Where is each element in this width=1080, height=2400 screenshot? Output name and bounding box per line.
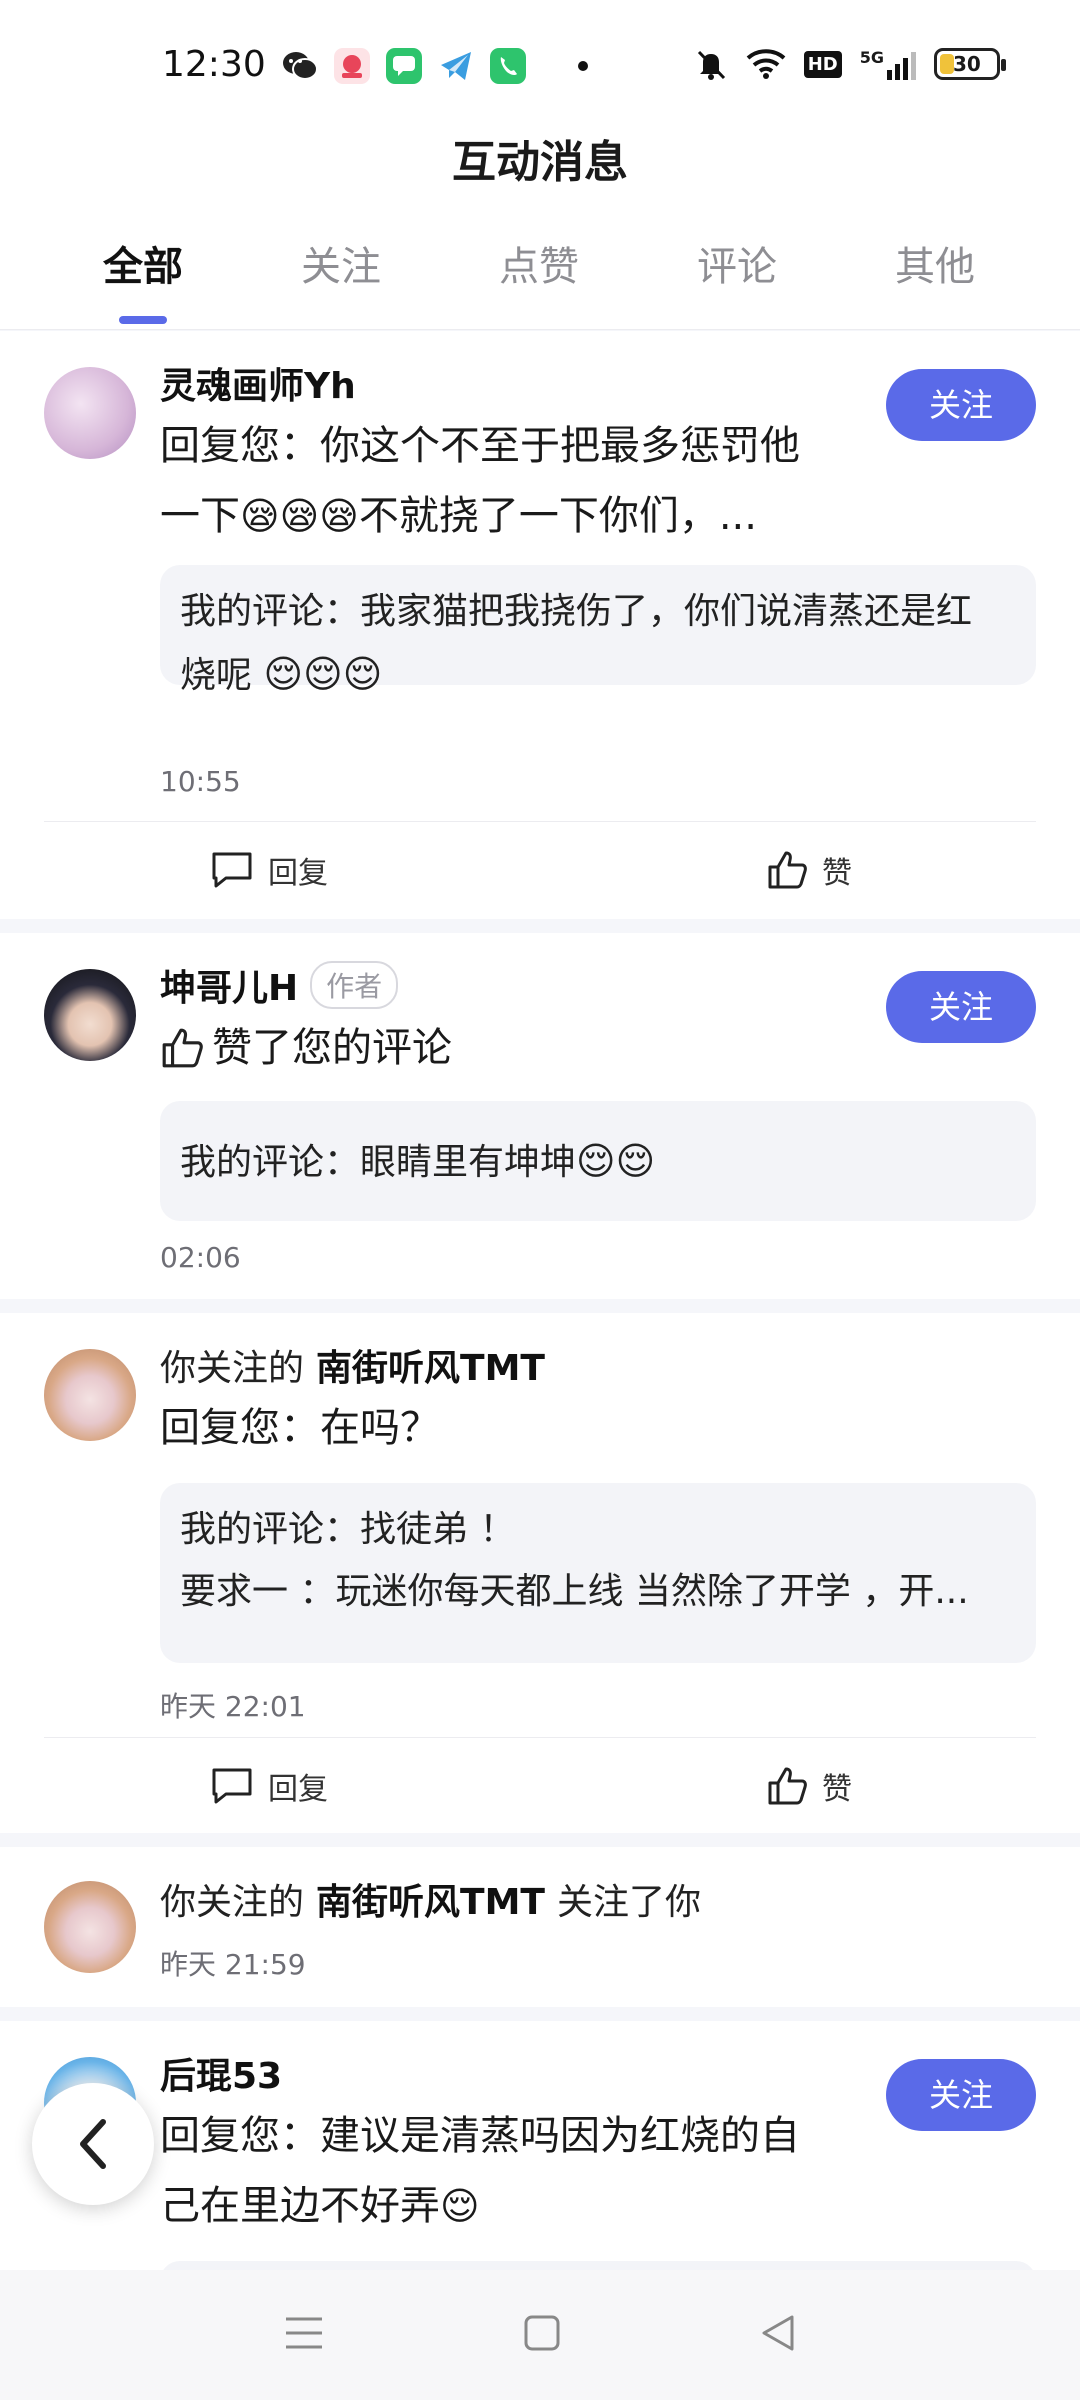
sender-row: 你关注的 南街听风TMT [160,1339,545,1391]
back-button[interactable] [32,2083,154,2205]
more-notifications-dot [578,61,588,71]
tab-following[interactable]: 关注 [242,222,440,330]
reply-button[interactable]: 回复 [210,1764,328,1808]
phone-app-icon [490,48,526,84]
sender-row: 后琨53 [160,2047,282,2099]
page-title: 互动消息 [452,137,628,188]
comment-icon [212,1768,252,1804]
message-text: 回复您：你这个不至于把最多惩罚他 一下😪😪😪不就挠了一下你们，... [160,423,800,539]
tab-other[interactable]: 其他 [836,222,1034,330]
battery-icon: 30 [934,48,1006,80]
sender-row: 你关注的 南街听风TMT 关注了你 [160,1873,701,1925]
action-bar: 回复 赞 [44,821,1036,917]
thumbs-up-icon [162,1028,203,1068]
sender-name[interactable]: 南街听风TMT [316,1339,545,1391]
follow-button[interactable]: 关注 [886,971,1036,1043]
message-app-icon [386,48,422,84]
tab-comments[interactable]: 评论 [638,222,836,330]
crying-emoji-icon: 😪😪😪 [240,494,359,538]
avatar[interactable] [44,367,136,459]
message-text: 回复您：建议是清蒸吗因为红烧的自 己在里边不好弄😌 [160,2113,800,2229]
system-icons: HD 5G 30 [694,46,1006,82]
timestamp: 02:06 [160,1241,241,1274]
author-badge: 作者 [310,961,399,1009]
sender-name[interactable]: 灵魂画师Yh [160,357,356,409]
grin-emoji-icon: 😌😌 [576,1139,656,1183]
action-bar: 回复 赞 [44,1737,1036,1833]
wechat-icon [282,48,318,84]
tab-bar: 全部 关注 点赞 评论 其他 [0,222,1080,330]
thumbs-up-icon [768,851,807,889]
like-button[interactable]: 赞 [766,848,852,892]
quoted-comment[interactable] [160,2261,1036,2270]
status-bar: 12:30 HD 5G 30 [0,0,1080,130]
message-card: 你关注的 南街听风TMT 回复您：在吗？ 我的评论：找徒弟 ！ 要求一 ：玩迷你… [0,1313,1080,1833]
hd-icon: HD [803,46,842,82]
grin-emoji-icon: 😌😌😌 [263,652,383,696]
like-button[interactable]: 赞 [766,1764,852,1808]
timestamp: 昨天 21:59 [160,1948,306,1981]
game-app-icon [334,48,370,84]
back-nav-button[interactable] [760,2314,796,2356]
timestamp: 昨天 22:01 [160,1690,306,1723]
quoted-comment[interactable]: 我的评论：眼睛里有坤坤😌😌 [160,1101,1036,1221]
avatar[interactable] [44,1349,136,1441]
sender-name[interactable]: 南街听风TMT [316,1873,545,1925]
follow-button[interactable]: 关注 [886,2059,1036,2131]
avatar[interactable] [44,1881,136,1973]
sender-row: 坤哥儿H 作者 [160,959,399,1011]
menu-icon [286,2317,322,2349]
home-square-icon [524,2315,560,2351]
message-text: 赞了您的评论 [160,1013,900,1083]
wifi-icon [746,46,786,82]
menu-nav-button[interactable] [284,2315,324,2355]
quoted-comment[interactable]: 我的评论：找徒弟 ！ 要求一 ：玩迷你每天都上线 当然除了开学 ，开... [160,1483,1036,1663]
comment-icon [212,852,252,888]
reply-button[interactable]: 回复 [210,848,328,892]
message-card: 你关注的 南街听风TMT 关注了你 昨天 21:59 [0,1847,1080,2007]
thumbs-up-icon [768,1767,807,1805]
signal-5g-icon: 5G [860,46,916,82]
sender-row: 灵魂画师Yh [160,357,356,409]
system-nav-bar [0,2270,1080,2400]
quoted-comment[interactable]: 我的评论：我家猫把我挠伤了，你们说清蒸还是红 烧呢 😌😌😌 [160,565,1036,696]
message-card: 后琨53 关注 回复您：建议是清蒸吗因为红烧的自 己在里边不好弄😌 [0,2021,1080,2270]
message-card: 灵魂画师Yh 关注 回复您：你这个不至于把最多惩罚他 一下😪😪😪不就挠了一下你们… [0,331,1080,919]
grin-emoji-icon: 😌 [440,2184,480,2228]
follow-button[interactable]: 关注 [886,369,1036,441]
mute-bell-icon [694,46,728,82]
home-nav-button[interactable] [524,2315,560,2355]
tab-likes[interactable]: 点赞 [440,222,638,330]
avatar[interactable] [44,969,136,1061]
page-header: 互动消息 全部 关注 点赞 评论 其他 [0,130,1080,330]
tab-all[interactable]: 全部 [44,222,242,330]
chevron-left-icon [80,2119,106,2169]
status-time: 12:30 [162,44,266,85]
timestamp: 10:55 [160,765,241,798]
message-text: 回复您：在吗？ [160,1405,440,1451]
telegram-icon [438,48,474,84]
tab-indicator [119,316,167,324]
message-card: 坤哥儿H 作者 关注 赞了您的评论 我的评论：眼睛里有坤坤😌😌 02:06 [0,933,1080,1299]
notification-icons [282,48,588,84]
message-feed[interactable]: 灵魂画师Yh 关注 回复您：你这个不至于把最多惩罚他 一下😪😪😪不就挠了一下你们… [0,331,1080,2270]
sender-name[interactable]: 后琨53 [160,2047,282,2099]
sender-name[interactable]: 坤哥儿H [160,959,298,1011]
back-triangle-icon [762,2315,794,2351]
